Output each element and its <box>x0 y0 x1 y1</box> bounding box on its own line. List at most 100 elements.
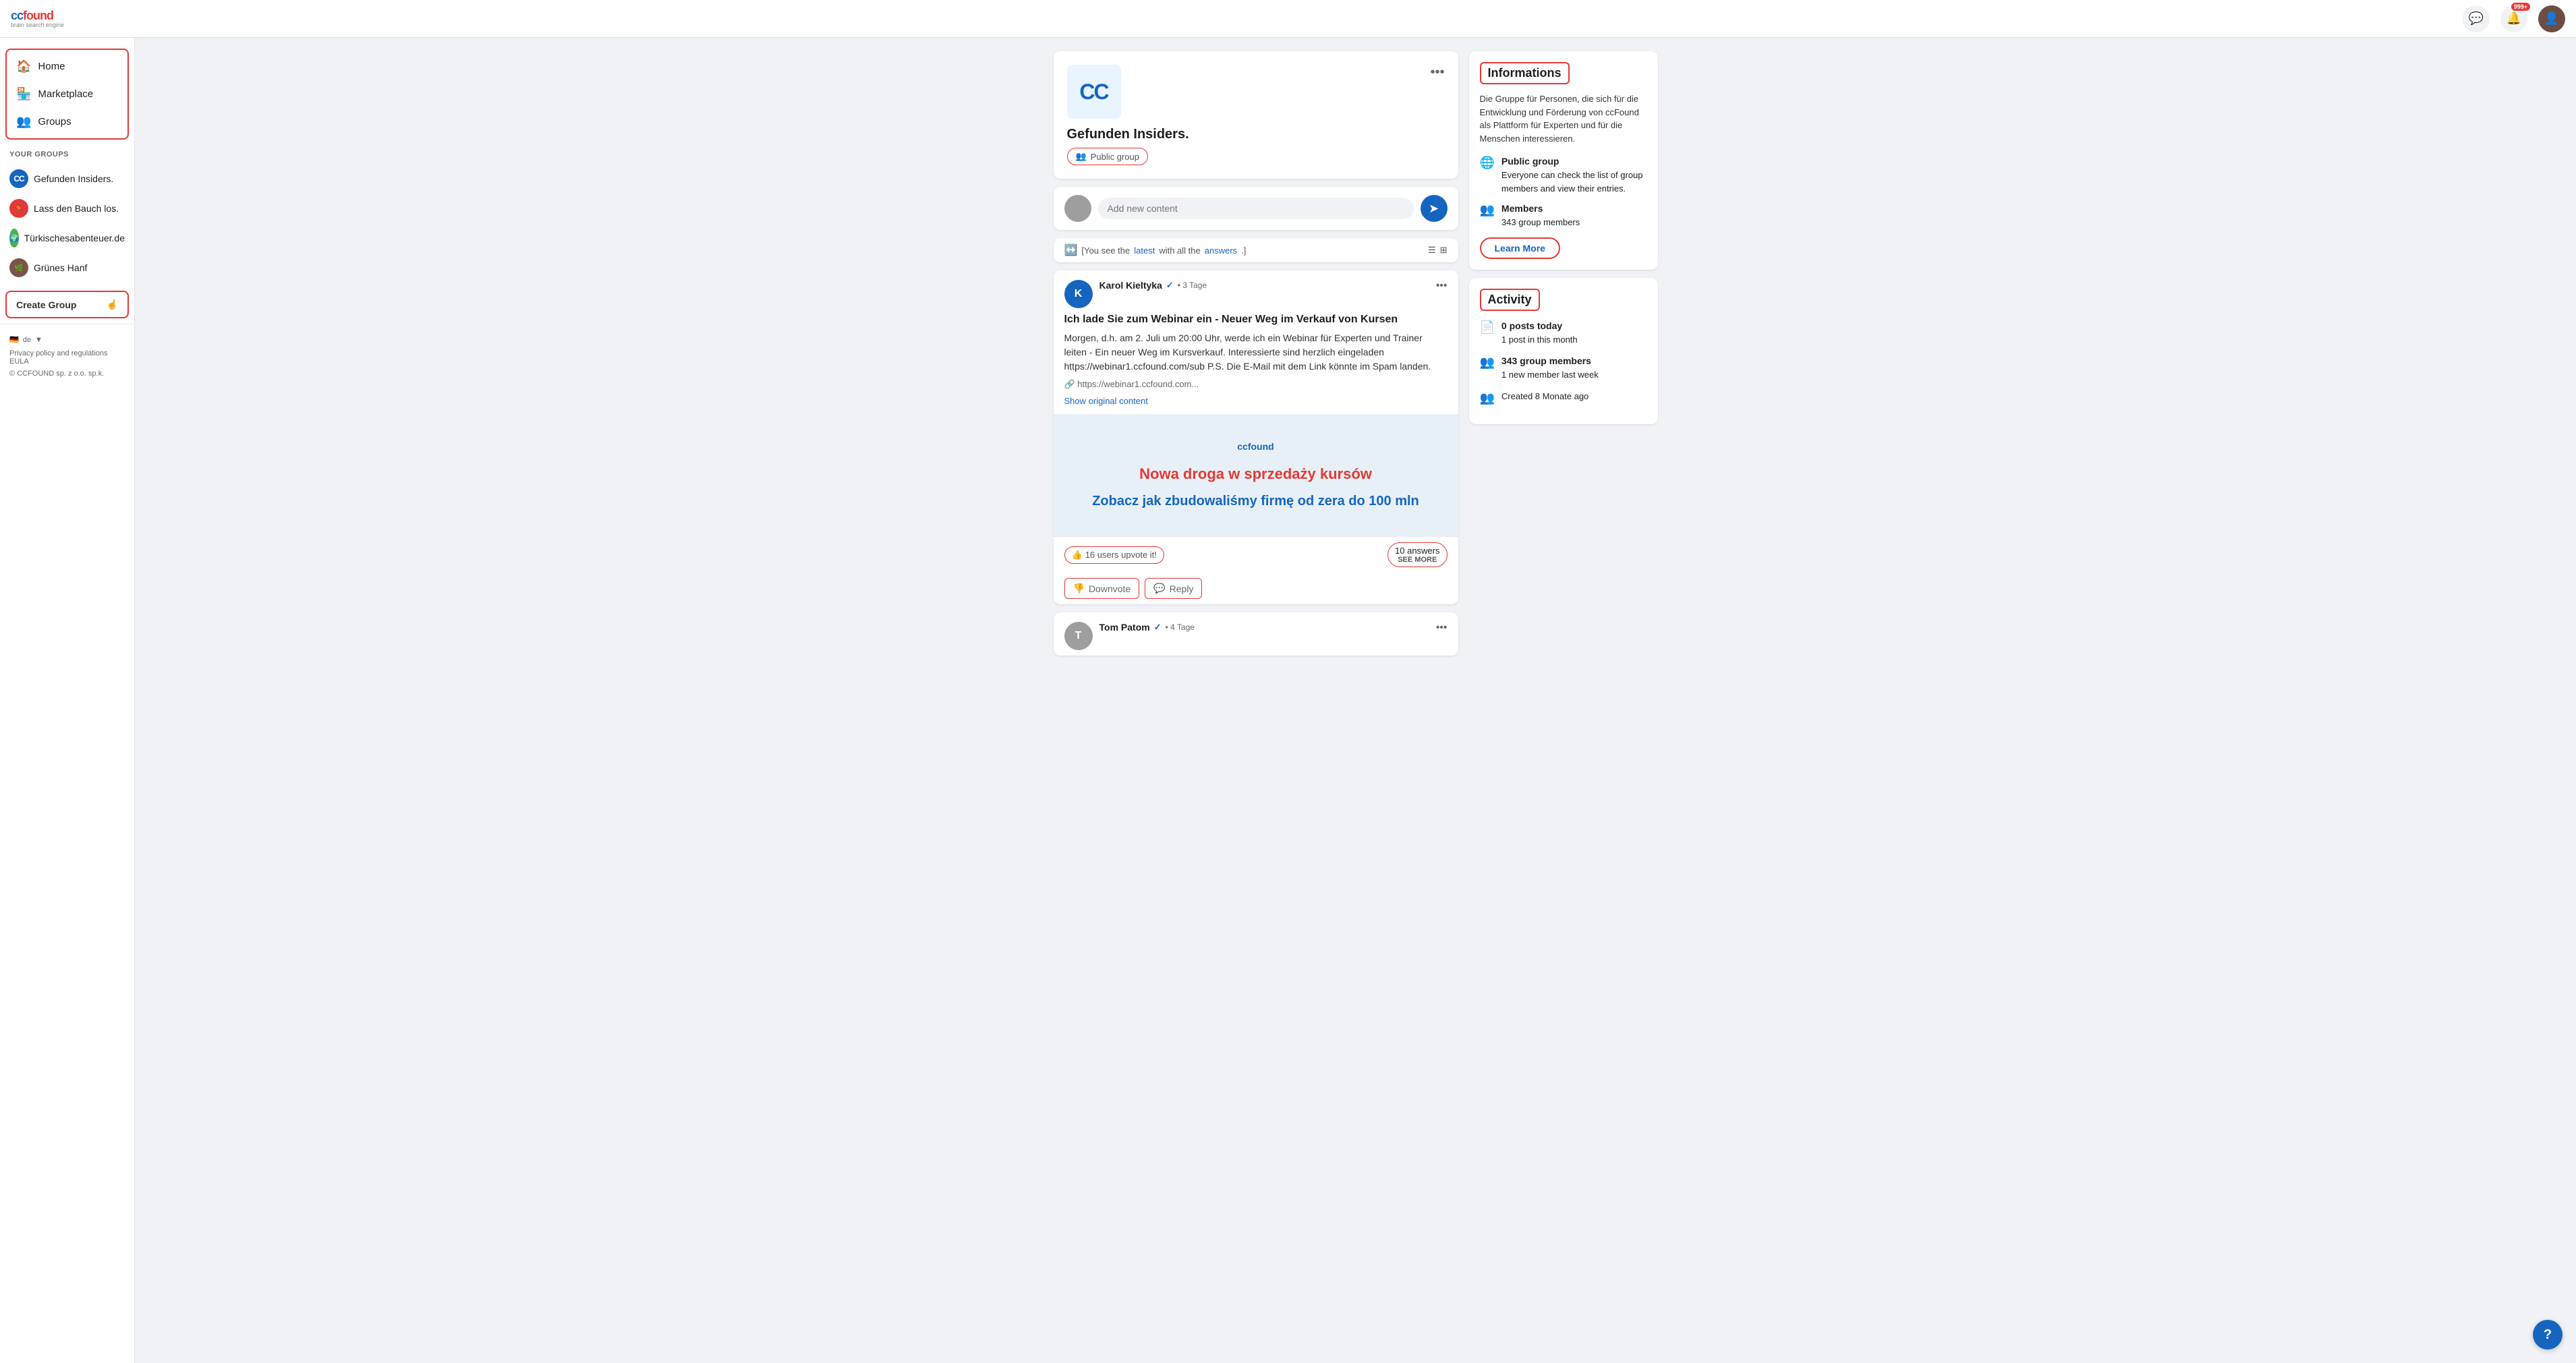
reply-icon: 💬 <box>1153 583 1165 594</box>
language-selector[interactable]: 🇩🇪 de ▼ <box>9 335 125 344</box>
answer-bar: ↔️ [You see the latest with all the answ… <box>1054 238 1458 262</box>
sidebar: 🏠 Home 🏪 Marketplace 👥 Groups YOUR GROUP… <box>0 38 135 1363</box>
thumbs-down-icon: 👎 <box>1073 583 1085 594</box>
sidebar-item-marketplace-label: Marketplace <box>38 88 93 100</box>
topbar: ccfound brain search engine 💬 🔔 999+ 👤 <box>0 0 2576 38</box>
members-icon: 👥 <box>1480 203 1495 217</box>
eula-link[interactable]: EULA <box>9 357 29 366</box>
home-icon: 🏠 <box>16 59 31 74</box>
latest-link[interactable]: latest <box>1134 245 1155 256</box>
feed-column: ••• CC Gefunden Insiders. 👥 Public group… <box>1054 51 1458 1350</box>
show-original-link[interactable]: Show original content <box>1064 396 1148 406</box>
post-avatar: K <box>1064 280 1093 308</box>
post-title: Ich lade Sie zum Webinar ein - Neuer Weg… <box>1064 314 1448 326</box>
avatar: CC <box>9 169 28 188</box>
group-name-label: Grünes Hanf <box>34 262 87 273</box>
group-name-label: Türkischesabenteuer.de <box>24 233 125 243</box>
activity-created-text: Created 8 Monate ago <box>1501 390 1588 403</box>
members-row: 👥 Members 343 group members <box>1480 202 1647 229</box>
sidebar-item-home[interactable]: 🏠 Home <box>7 53 127 80</box>
answers-icon: ↔️ <box>1064 243 1078 257</box>
help-button[interactable]: ? <box>2533 1320 2563 1350</box>
notifications-icon[interactable]: 🔔 999+ <box>2500 5 2527 32</box>
post-preview: ccfound Nowa droga w sprzedaży kursów Zo… <box>1054 414 1458 536</box>
calendar-icon: 👥 <box>1480 391 1495 405</box>
post-card-second: T Tom Patom ✓ • 4 Tage ••• <box>1054 612 1458 656</box>
user-avatar[interactable]: 👤 <box>2538 5 2565 32</box>
list-view-icon[interactable]: ☰ <box>1428 245 1436 256</box>
post-more-icon-second[interactable]: ••• <box>1436 622 1448 634</box>
sidebar-footer: 🇩🇪 de ▼ Privacy policy and regulations E… <box>0 324 134 388</box>
privacy-policy-link[interactable]: Privacy policy and regulations <box>9 349 108 357</box>
question-icon: ? <box>2544 1327 2552 1343</box>
action-row: 👎 Downvote 💬 Reply <box>1054 573 1458 604</box>
activity-members-text: 343 group members 1 new member last week <box>1501 354 1599 382</box>
public-group-text: Public group Everyone can check the list… <box>1501 154 1647 195</box>
cursor-icon: ☝️ <box>107 299 118 310</box>
post-composer: ➤ <box>1054 187 1458 230</box>
list-item[interactable]: CC Gefunden Insiders. <box>0 164 134 194</box>
group-header-card: ••• CC Gefunden Insiders. 👥 Public group <box>1054 51 1458 179</box>
group-logo: CC <box>1067 65 1121 119</box>
sidebar-nav: 🏠 Home 🏪 Marketplace 👥 Groups <box>5 49 129 140</box>
preview-title: Nowa droga w sprzedaży kursów <box>1067 465 1445 483</box>
copyright-text: © CCFOUND sp. z o.o. sp.k. <box>9 370 125 378</box>
avatar: 🏃 <box>9 199 28 218</box>
answers-link[interactable]: answers <box>1205 245 1237 256</box>
post-author-info-second: Tom Patom ✓ • 4 Tage <box>1099 622 1429 633</box>
sidebar-item-groups-label: Groups <box>38 116 71 127</box>
group-type-badge: 👥 Public group <box>1067 148 1148 165</box>
list-item[interactable]: 🌿 Grünes Hanf <box>0 253 134 283</box>
preview-subtitle: Zobacz jak zbudowaliśmy firmę od zera do… <box>1067 494 1445 509</box>
post-author-info: Karol Kieltyka ✓ • 3 Tage <box>1099 280 1429 291</box>
public-group-icon: 👥 <box>1076 151 1087 162</box>
post-text: Morgen, d.h. am 2. Juli um 20:00 Uhr, we… <box>1064 331 1448 374</box>
more-options-icon[interactable]: ••• <box>1430 65 1444 80</box>
activity-title: Activity <box>1480 289 1540 311</box>
chevron-down-icon: ▼ <box>35 336 42 344</box>
post-avatar-second: T <box>1064 622 1093 650</box>
document-icon: 📄 <box>1480 320 1495 335</box>
thumbs-up-icon: 👍 <box>1072 550 1083 560</box>
avatar: 🌍 <box>9 229 19 248</box>
group-name: Gefunden Insiders. <box>1067 127 1445 142</box>
sidebar-item-marketplace[interactable]: 🏪 Marketplace <box>7 80 127 108</box>
preview-logo: ccfound <box>1067 441 1445 452</box>
list-item[interactable]: 🌍 Türkischesabenteuer.de <box>0 223 134 253</box>
activity-posts-text: 0 posts today 1 post in this month <box>1501 319 1578 347</box>
group-name-label: Lass den Bauch los. <box>34 203 119 214</box>
send-icon: ➤ <box>1429 202 1439 216</box>
flag-icon: 🇩🇪 <box>9 335 19 344</box>
globe-icon: 🌐 <box>1480 156 1495 170</box>
post-author-name-second: Tom Patom ✓ • 4 Tage <box>1099 622 1429 633</box>
reply-button[interactable]: 💬 Reply <box>1145 578 1202 599</box>
list-item[interactable]: 🏃 Lass den Bauch los. <box>0 194 134 223</box>
downvote-button[interactable]: 👎 Downvote <box>1064 578 1140 599</box>
topbar-actions: 💬 🔔 999+ 👤 <box>2463 5 2565 32</box>
activity-created-row: 👥 Created 8 Monate ago <box>1480 390 1647 405</box>
post-card: K Karol Kieltyka ✓ • 3 Tage ••• Ich lade… <box>1054 270 1458 604</box>
post-header-second: T Tom Patom ✓ • 4 Tage ••• <box>1054 612 1458 656</box>
notification-badge: 999+ <box>2511 3 2530 11</box>
activity-posts-row: 📄 0 posts today 1 post in this month <box>1480 319 1647 347</box>
answers-count[interactable]: 10 answers SEE MORE <box>1387 542 1447 567</box>
create-group-button[interactable]: Create Group ☝️ <box>5 291 129 318</box>
footer-links: Privacy policy and regulations EULA <box>9 349 125 366</box>
marketplace-icon: 🏪 <box>16 87 31 101</box>
members-text: Members 343 group members <box>1501 202 1580 229</box>
avatar: 🌿 <box>9 258 28 277</box>
learn-more-button[interactable]: Learn More <box>1480 237 1560 259</box>
informations-title: Informations <box>1480 62 1570 84</box>
post-input[interactable] <box>1098 198 1414 219</box>
sidebar-item-groups[interactable]: 👥 Groups <box>7 108 127 136</box>
post-more-icon[interactable]: ••• <box>1436 280 1448 292</box>
group-name-label: Gefunden Insiders. <box>34 173 113 184</box>
post-header: K Karol Kieltyka ✓ • 3 Tage ••• <box>1054 270 1458 314</box>
send-button[interactable]: ➤ <box>1421 195 1448 222</box>
activity-members-row: 👥 343 group members 1 new member last we… <box>1480 354 1647 382</box>
post-link: 🔗 https://webinar1.ccfound.com... <box>1064 379 1448 390</box>
group-list: CC Gefunden Insiders. 🏃 Lass den Bauch l… <box>0 161 134 285</box>
messages-icon[interactable]: 💬 <box>2463 5 2490 32</box>
grid-view-icon[interactable]: ⊞ <box>1440 245 1448 256</box>
logo[interactable]: ccfound brain search engine <box>11 9 64 28</box>
